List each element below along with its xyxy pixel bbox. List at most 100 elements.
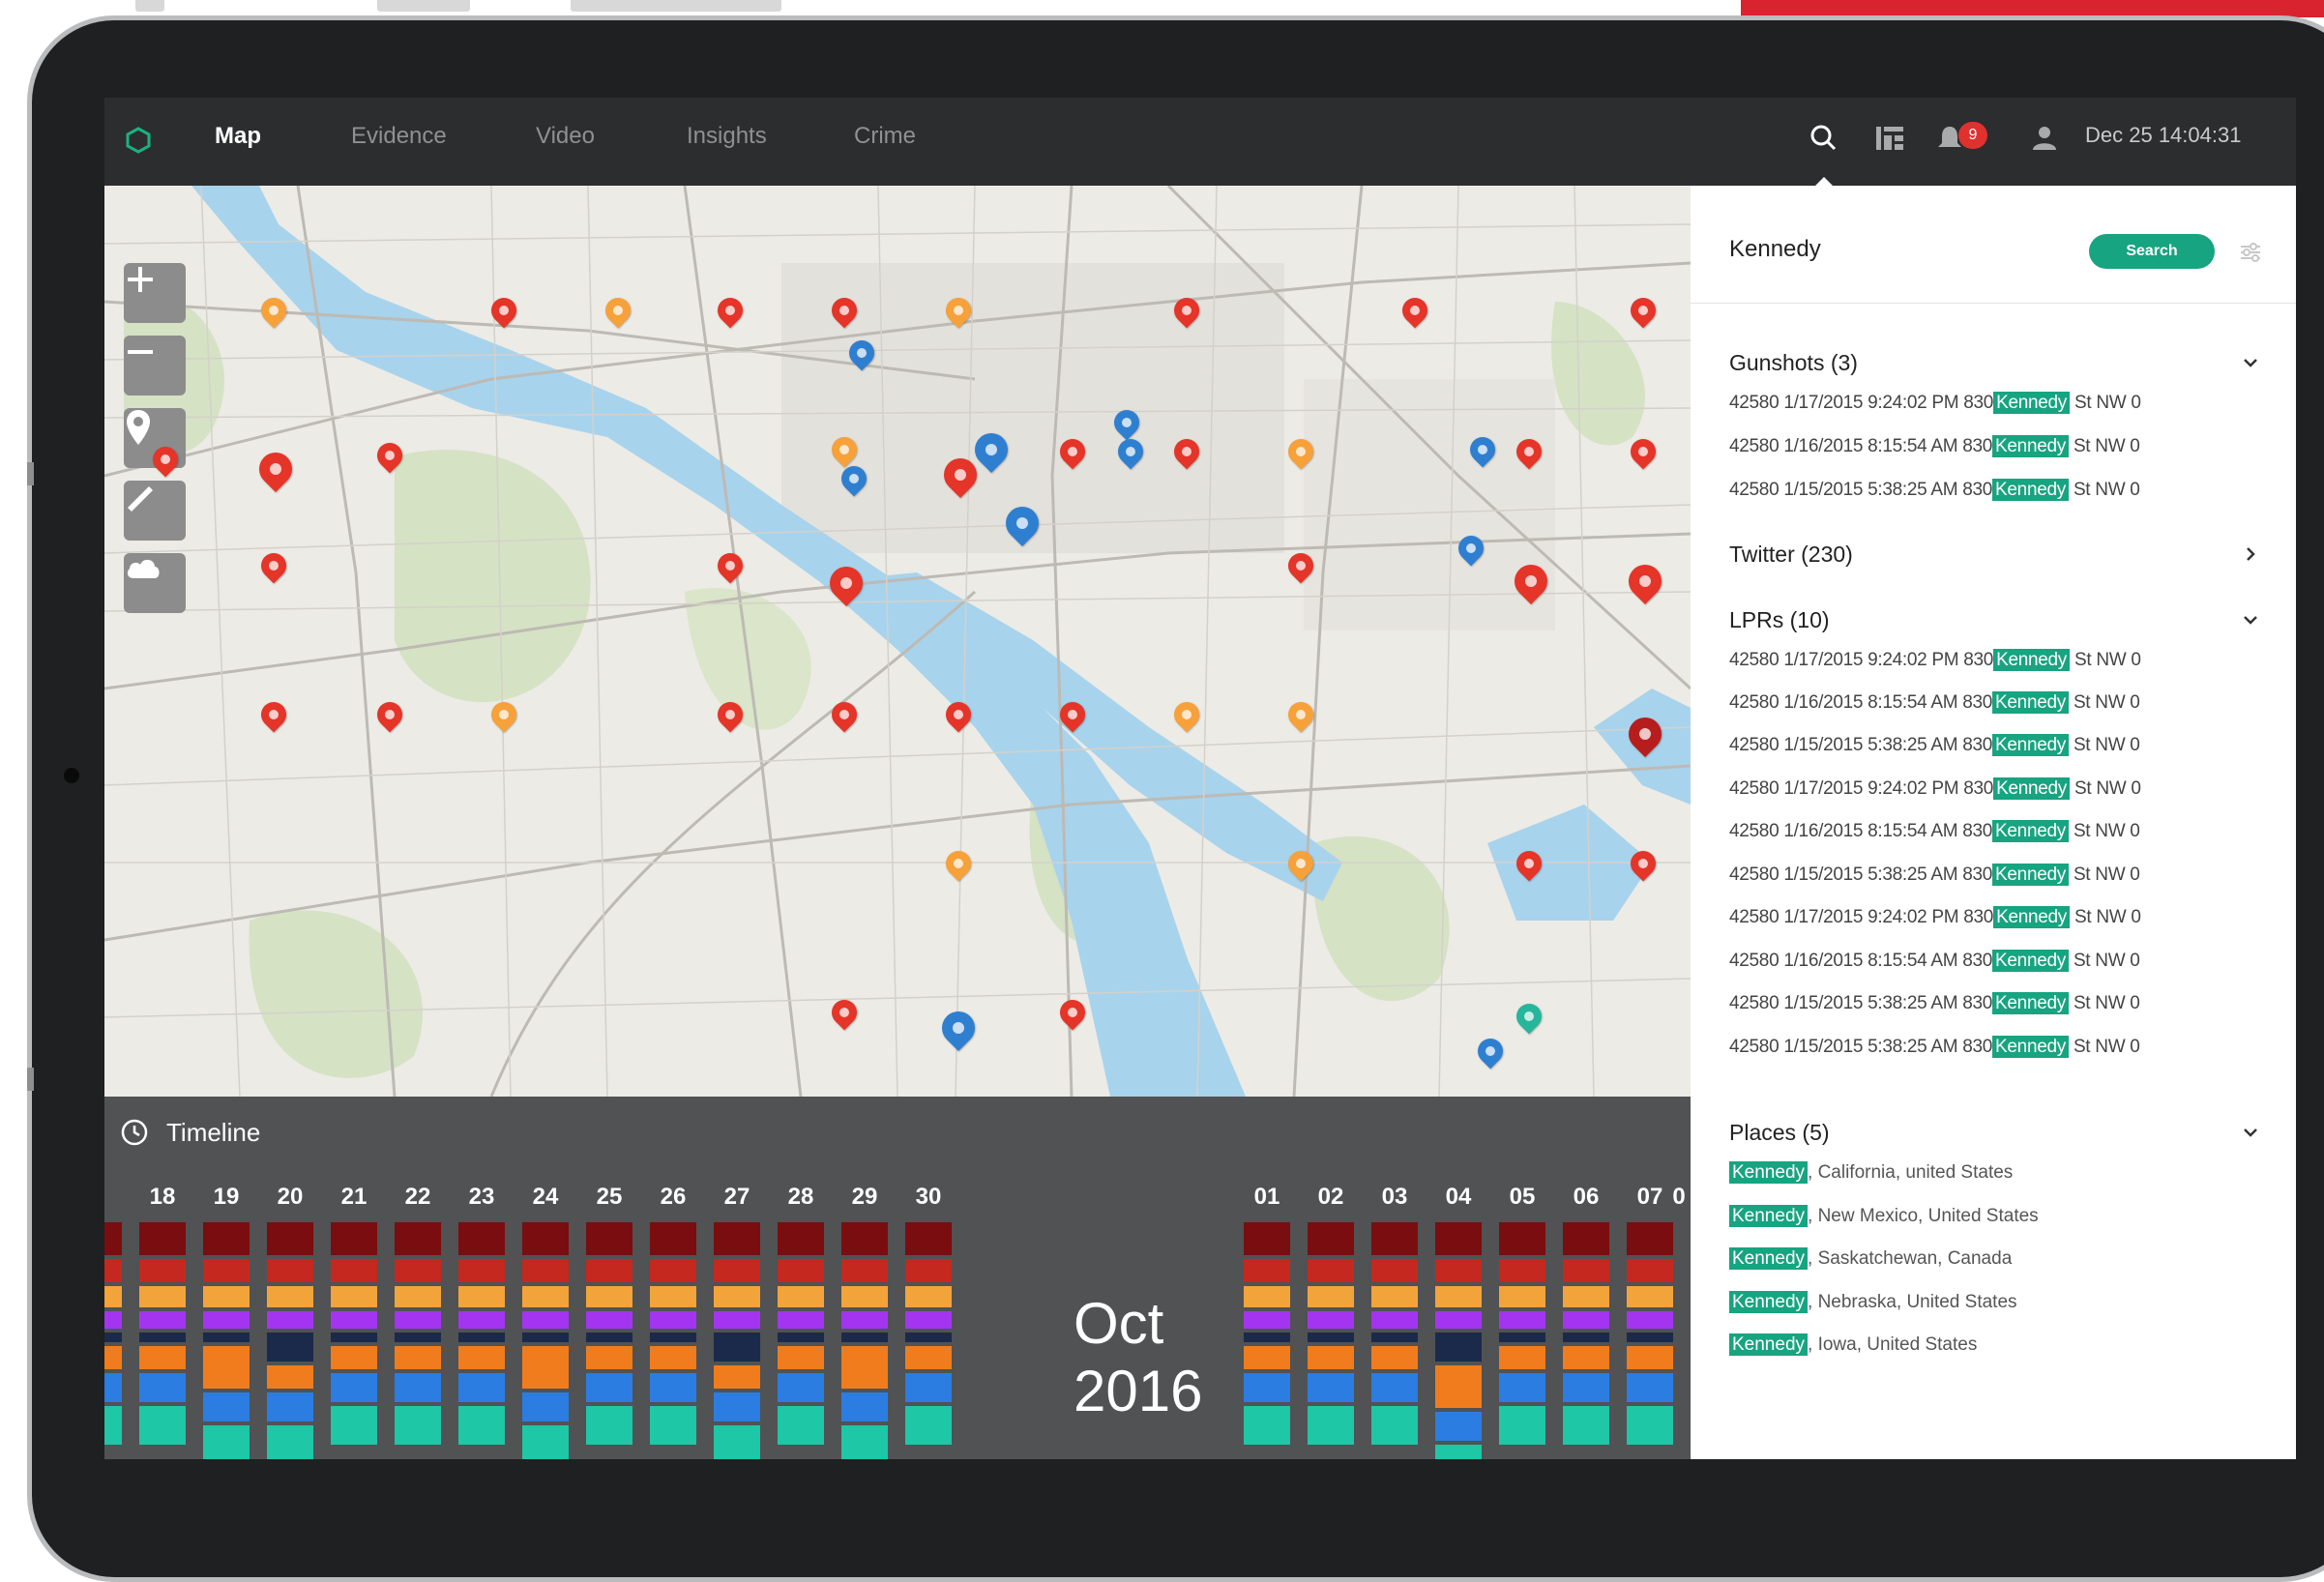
section-title-twitter[interactable]: Twitter (230) (1729, 542, 1853, 568)
timeline-panel[interactable]: Timeline 18 19 20 21 22 23 24 25 26 27 2… (104, 1097, 1691, 1459)
app-logo-icon[interactable] (126, 127, 151, 154)
measure-button[interactable] (124, 481, 186, 541)
result-row[interactable]: 42580 1/17/2015 9:24:02 PM 830 Kennedy St… (1729, 777, 2141, 800)
result-row[interactable]: 42580 1/15/2015 5:38:25 AM 830 Kennedy St… (1729, 479, 2140, 501)
result-row[interactable]: 42580 1/17/2015 9:24:02 PM 830 Kennedy St… (1729, 649, 2141, 671)
search-icon[interactable] (1805, 119, 1843, 158)
timeline-day-column[interactable] (841, 1222, 888, 1459)
result-row[interactable]: 42580 1/16/2015 8:15:54 AM 830 Kennedy St… (1729, 820, 2140, 842)
result-row[interactable]: 42580 1/15/2015 5:38:25 AM 830 Kennedy St… (1729, 864, 2140, 886)
timeline-segment (586, 1222, 632, 1255)
filter-icon[interactable] (2238, 240, 2263, 265)
result-row[interactable]: 42580 1/15/2015 5:38:25 AM 830 Kennedy St… (1729, 734, 2140, 756)
timeline-day-column[interactable] (1308, 1222, 1354, 1459)
timeline-day-label[interactable]: 30 (905, 1184, 952, 1211)
timeline-segment (1499, 1373, 1545, 1402)
match-highlight: Kennedy (1992, 479, 2069, 501)
timeline-day-label[interactable]: 29 (841, 1184, 888, 1211)
timeline-segment (1563, 1373, 1609, 1402)
result-row[interactable]: 42580 1/15/2015 5:38:25 AM 830 Kennedy St… (1729, 1036, 2140, 1058)
section-title-places[interactable]: Places (5) (1729, 1120, 1830, 1146)
timeline-day-label[interactable]: 01 (1244, 1184, 1290, 1211)
timeline-day-column[interactable] (1563, 1222, 1609, 1459)
timeline-day-column[interactable] (395, 1222, 441, 1459)
timeline-day-label[interactable]: 25 (586, 1184, 632, 1211)
result-row[interactable]: 42580 1/16/2015 8:15:54 AM 830 Kennedy St… (1729, 691, 2140, 714)
timeline-day-column[interactable] (905, 1222, 952, 1459)
timeline-day-column[interactable] (267, 1222, 313, 1459)
timeline-day-column[interactable] (650, 1222, 696, 1459)
place-row[interactable]: Kennedy, Nebraska, United States (1729, 1291, 2017, 1313)
tab-video[interactable]: Video (536, 123, 595, 150)
chevron-right-icon[interactable] (2240, 543, 2261, 565)
timeline-day-column[interactable] (714, 1222, 760, 1459)
place-row[interactable]: Kennedy, Saskatchewan, Canada (1729, 1247, 2012, 1270)
place-row[interactable]: Kennedy, Iowa, United States (1729, 1333, 1977, 1356)
timeline-day-column[interactable] (139, 1222, 186, 1459)
result-row[interactable]: 42580 1/15/2015 5:38:25 AM 830 Kennedy St… (1729, 992, 2140, 1014)
grid-icon[interactable] (1870, 119, 1909, 158)
top-edge-tab (571, 0, 781, 12)
timeline-day-column[interactable] (203, 1222, 250, 1459)
timeline-day-label[interactable]: 24 (522, 1184, 569, 1211)
chevron-down-icon[interactable] (2240, 1122, 2261, 1143)
timeline-day-label[interactable]: 07 (1627, 1184, 1673, 1211)
search-button[interactable]: Search (2089, 234, 2215, 269)
timeline-day-label[interactable]: 04 (1435, 1184, 1482, 1211)
timeline-day-column[interactable] (1499, 1222, 1545, 1459)
timeline-day-column[interactable] (522, 1222, 569, 1459)
chevron-down-icon[interactable] (2240, 609, 2261, 630)
timeline-day-label[interactable]: 06 (1563, 1184, 1609, 1211)
timeline-segment (1563, 1346, 1609, 1369)
timeline-segment (395, 1333, 441, 1342)
zoom-in-button[interactable] (124, 263, 186, 323)
timeline-day-label[interactable]: 19 (203, 1184, 250, 1211)
zoom-out-button[interactable] (124, 336, 186, 396)
timeline-segment (650, 1286, 696, 1307)
timeline-day-label[interactable]: 22 (395, 1184, 441, 1211)
timeline-segment (841, 1311, 888, 1329)
chevron-down-icon[interactable] (2240, 352, 2261, 373)
timeline-day-label[interactable]: 03 (1371, 1184, 1418, 1211)
section-title-lprs[interactable]: LPRs (10) (1729, 607, 1830, 633)
timeline-day-label[interactable]: 20 (267, 1184, 313, 1211)
result-row[interactable]: 42580 1/17/2015 9:24:02 PM 830 Kennedy St… (1729, 392, 2141, 414)
tab-insights[interactable]: Insights (687, 123, 767, 150)
timeline-day-label[interactable]: 02 (1308, 1184, 1354, 1211)
timeline-day-label[interactable]: 21 (331, 1184, 377, 1211)
timeline-segment (1435, 1259, 1482, 1282)
timeline-day-column[interactable] (331, 1222, 377, 1459)
timeline-day-column[interactable] (1371, 1222, 1418, 1459)
timeline-day-label[interactable]: 23 (458, 1184, 505, 1211)
search-query[interactable]: Kennedy (1729, 236, 1821, 263)
timeline-day-column[interactable] (458, 1222, 505, 1459)
map-view[interactable] (104, 186, 1691, 1097)
timeline-day-label[interactable]: 26 (650, 1184, 696, 1211)
timeline-day-label[interactable]: 05 (1499, 1184, 1545, 1211)
section-title-gunshots[interactable]: Gunshots (3) (1729, 350, 1858, 376)
tab-crime[interactable]: Crime (854, 123, 916, 150)
timeline-day-label[interactable]: 18 (139, 1184, 186, 1211)
timeline-day-column[interactable] (1627, 1222, 1673, 1459)
timeline-day-label[interactable]: 27 (714, 1184, 760, 1211)
result-row[interactable]: 42580 1/17/2015 9:24:02 PM 830 Kennedy St… (1729, 906, 2141, 928)
tab-map[interactable]: Map (215, 123, 261, 150)
timeline-segment (139, 1373, 186, 1402)
timeline-segment (1308, 1222, 1354, 1255)
result-row[interactable]: 42580 1/16/2015 8:15:54 AM 830 Kennedy St… (1729, 435, 2140, 457)
timeline-day-column[interactable] (778, 1222, 824, 1459)
weather-layer-button[interactable] (124, 553, 186, 613)
timeline-segment (1627, 1346, 1673, 1369)
result-row[interactable]: 42580 1/16/2015 8:15:54 AM 830 Kennedy St… (1729, 950, 2140, 972)
timeline-day-column[interactable] (1244, 1222, 1290, 1459)
timeline-segment (139, 1222, 186, 1255)
place-row[interactable]: Kennedy, California, united States (1729, 1161, 2013, 1184)
timeline-day-label[interactable]: 28 (778, 1184, 824, 1211)
tab-evidence[interactable]: Evidence (351, 123, 447, 150)
timeline-day-column[interactable] (104, 1222, 122, 1459)
place-row[interactable]: Kennedy, New Mexico, United States (1729, 1205, 2039, 1227)
user-icon[interactable] (2025, 119, 2064, 158)
timeline-day-column[interactable] (586, 1222, 632, 1459)
timeline-day-label[interactable]: 0 (1667, 1184, 1691, 1211)
timeline-day-column[interactable] (1435, 1222, 1482, 1459)
